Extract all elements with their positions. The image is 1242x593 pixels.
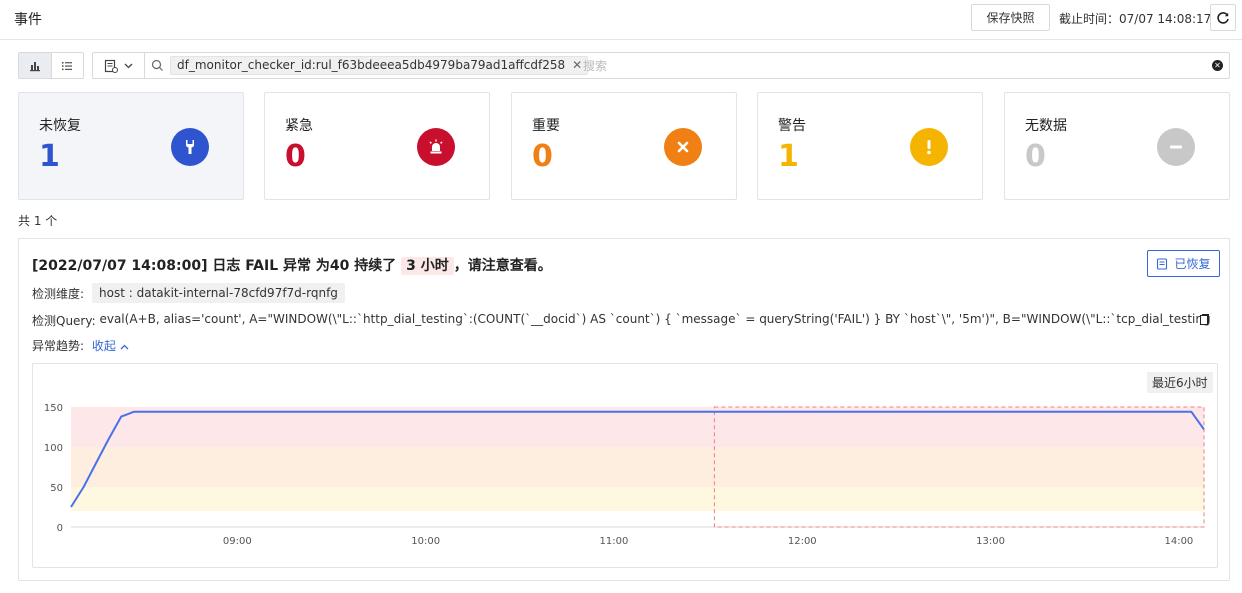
stat-card-unresolved[interactable]: 未恢复 1	[18, 92, 244, 200]
event-duration: 3 小时	[401, 257, 454, 275]
dimension-label: 检测维度:	[32, 286, 85, 301]
stat-count: 0	[285, 139, 306, 174]
exclamation-icon	[910, 128, 948, 166]
y-tick-label: 0	[57, 523, 63, 534]
alarm-siren-icon	[417, 128, 455, 166]
trend-row: 异常趋势: 收起	[32, 337, 129, 354]
stat-card-important[interactable]: 重要 0	[511, 92, 737, 200]
minus-icon	[1157, 128, 1195, 166]
x-tick-label: 11:00	[600, 536, 629, 547]
threshold-band	[71, 407, 1204, 447]
deadline-label: 截止时间：	[1059, 12, 1120, 26]
deadline-value: 07/07 14:08:17	[1119, 12, 1212, 26]
copy-icon[interactable]	[1199, 313, 1211, 325]
event-title-suffix: ，请注意查看。	[453, 258, 552, 274]
stat-label: 警告	[778, 118, 806, 134]
x-mark-icon	[664, 128, 702, 166]
collapse-label: 收起	[91, 339, 116, 353]
time-range-badge[interactable]: 最近6小时	[1147, 372, 1213, 393]
deadline-text: 截止时间：07/07 14:08:17	[1059, 10, 1211, 27]
wrench-icon	[171, 128, 209, 166]
threshold-band	[71, 487, 1204, 511]
collapse-toggle[interactable]: 收起	[92, 339, 129, 353]
y-tick-label: 150	[44, 403, 63, 414]
search-bar: df_monitor_checker_id:rul_f63bdeeea5db49…	[92, 52, 1230, 79]
dimension-row: 检测维度: host : datakit-internal-78cfd97f7d…	[32, 283, 345, 303]
stat-count: 0	[532, 139, 553, 174]
save-snapshot-button[interactable]: 保存快照	[971, 4, 1050, 31]
y-tick-label: 50	[50, 483, 63, 494]
clear-search-icon[interactable]: ✕	[1212, 60, 1223, 71]
total-count: 共 1 个	[18, 214, 58, 228]
page-header: 事件 保存快照 截止时间：07/07 14:08:17	[0, 0, 1242, 40]
filter-tag[interactable]: df_monitor_checker_id:rul_f63bdeeea5db49…	[170, 56, 589, 75]
x-tick-label: 10:00	[411, 536, 440, 547]
chevron-down-icon	[124, 63, 133, 68]
view-toggle	[18, 52, 84, 79]
stat-card-nodata[interactable]: 无数据 0	[1004, 92, 1230, 200]
threshold-band	[71, 447, 1204, 487]
dimension-tag[interactable]: host : datakit-internal-78cfd97f7d-rqnfg	[92, 283, 345, 303]
page-title: 事件	[14, 12, 42, 28]
x-tick-label: 13:00	[976, 536, 1005, 547]
y-tick-label: 100	[44, 443, 63, 454]
refresh-icon	[1217, 11, 1229, 24]
filter-tag-text: df_monitor_checker_id:rul_f63bdeeea5db49…	[177, 58, 566, 72]
stat-label: 重要	[532, 118, 560, 134]
bar-chart-icon	[29, 61, 40, 71]
list-icon	[62, 61, 73, 70]
search-icon	[151, 59, 163, 71]
trend-chart-svg: 0 50 100 150 09:00 10:00 11:00 12:00 13:00 14:00	[44, 403, 1205, 547]
query-row: 检测Query: eval(A+B, alias='count', A="WIN…	[32, 312, 1212, 328]
stat-card-critical[interactable]: 紧急 0	[264, 92, 490, 200]
list-view-button[interactable]	[50, 53, 83, 78]
stat-count: 0	[1025, 139, 1046, 174]
search-input[interactable]	[583, 56, 1183, 75]
chart-view-button[interactable]	[19, 53, 51, 78]
document-icon	[1157, 257, 1168, 270]
query-text: eval(A+B, alias='count', A="WINDOW(\"L::…	[99, 312, 1212, 326]
filter-doc-icon	[104, 59, 118, 73]
event-card: [2022/07/07 14:08:00] 日志 FAIL 异常 为40 持续了…	[18, 238, 1230, 581]
stat-label: 紧急	[285, 118, 313, 134]
chevron-up-icon	[120, 344, 129, 350]
stat-count: 1	[778, 139, 799, 174]
trend-label: 异常趋势:	[32, 339, 85, 353]
event-title[interactable]: [2022/07/07 14:08:00] 日志 FAIL 异常 为40 持续了…	[32, 255, 552, 275]
close-icon[interactable]: ✕	[572, 57, 582, 74]
stat-count: 1	[39, 139, 60, 174]
resolved-status-button[interactable]: 已恢复	[1147, 250, 1220, 277]
stat-label: 未恢复	[39, 118, 81, 134]
x-tick-label: 09:00	[223, 536, 252, 547]
x-tick-label: 14:00	[1164, 536, 1193, 547]
event-title-prefix: [2022/07/07 14:08:00] 日志 FAIL 异常 为40 持续了	[32, 258, 397, 274]
stat-card-warning[interactable]: 警告 1	[757, 92, 983, 200]
x-tick-label: 12:00	[788, 536, 817, 547]
trend-chart: 0 50 100 150 09:00 10:00 11:00 12:00 13:00 14:00 …	[32, 363, 1218, 568]
stat-label: 无数据	[1025, 118, 1067, 134]
resolved-status-label: 已恢复	[1174, 257, 1211, 271]
query-label: 检测Query:	[32, 314, 96, 328]
filter-dropdown[interactable]	[93, 53, 145, 78]
refresh-button[interactable]	[1210, 4, 1236, 31]
